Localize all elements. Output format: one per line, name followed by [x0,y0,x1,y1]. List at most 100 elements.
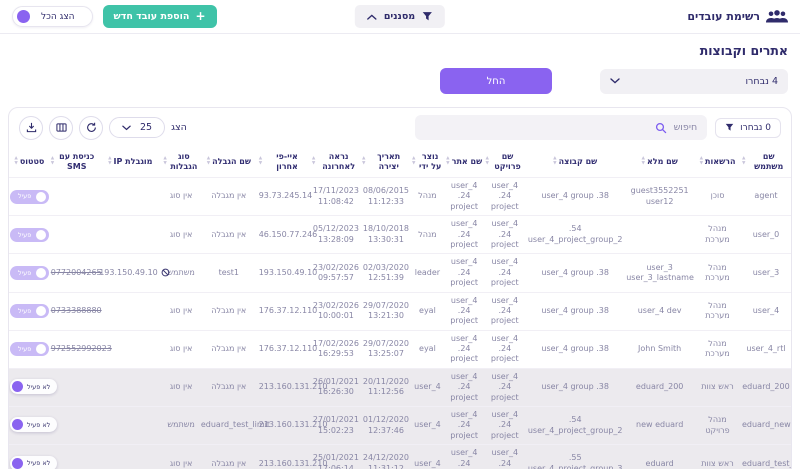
sort-icon[interactable]: ▲▼ [742,157,745,166]
cell-group: .55 user_4_project_group_3 [525,445,625,469]
show-all-label: הצג הכל [41,12,75,22]
cell-site: user_4 .24 project [444,368,485,406]
sort-icon[interactable]: ▲▼ [312,157,315,166]
show-all-toggle[interactable]: הצג הכל [12,6,93,27]
cell-created_by: eyal [411,292,444,330]
status-toggle[interactable]: לא פעיל [10,417,57,432]
column-header-project[interactable]: שם פרויקט▲▼ [484,147,525,178]
cell-created_by: user_4 [411,407,444,445]
cell-project: user_4 .24 project [484,178,525,216]
cell-group: user_4 group .38 [525,178,625,216]
sms-number: 0772004265 [51,268,102,277]
column-header-username[interactable]: שם משתמש▲▼ [741,147,791,178]
cell-ip_limited: 193.150.49.10 [98,254,162,292]
selected-rows-pill[interactable]: 0 נבחרו [715,118,781,138]
cell-full_name: new eduard [625,407,694,445]
cell-full_name: eduard [625,445,694,469]
sort-icon[interactable]: ▲▼ [108,157,111,166]
employees-table: שם משתמש▲▼הרשאות▲▼שם מלא▲▼שם קבוצה▲▼שם פ… [9,147,791,469]
column-header-status[interactable]: סטטוס▲▼ [9,147,50,178]
search-input[interactable] [415,115,707,140]
cell-last_seen: 23/02/2026 09:57:57 [311,254,361,292]
sort-icon[interactable]: ▲▼ [207,157,210,166]
cell-full_name: eduard_200 [625,368,694,406]
sort-icon[interactable]: ▲▼ [362,157,365,166]
cell-created: 18/10/2018 13:30:31 [361,216,411,254]
cell-full_name [625,216,694,254]
cell-project: user_4 .24 project [484,292,525,330]
column-header-limit_name[interactable]: שם הגבלה▲▼ [200,147,258,178]
sort-icon[interactable]: ▲▼ [485,157,488,166]
cell-last_ip: 176.37.12.110 [258,292,311,330]
table-row: eduard_newמנהל פרויקטnew eduard.54 user_… [9,407,791,445]
status-toggle[interactable]: פעיל [10,304,49,318]
sort-icon[interactable]: ▲▼ [163,157,166,166]
cell-limit_type: אין סוג [162,368,200,406]
sort-icon[interactable]: ▲▼ [412,157,415,166]
sort-icon[interactable]: ▲▼ [51,157,54,166]
column-header-site[interactable]: שם אתר▲▼ [444,147,485,178]
status-label: פעיל [18,192,31,200]
cell-project: user_4 .24 project [484,368,525,406]
add-employee-button[interactable]: + הוספת עובד חדש [103,5,217,28]
column-header-created[interactable]: תאריך יצירה▲▼ [361,147,411,178]
column-header-sms[interactable]: כניסת עם SMS▲▼ [50,147,98,178]
cell-limit_type: אין סוג [162,330,200,368]
column-header-created_by[interactable]: נוצר על ידי▲▼ [411,147,444,178]
cell-site: user_4 .24 project [444,254,485,292]
column-header-last_ip[interactable]: איי-פי אחרון▲▼ [258,147,311,178]
status-toggle[interactable]: פעיל [10,342,49,356]
cell-sms [50,368,98,406]
sites-groups-select[interactable]: 4 נבחרו [600,69,788,94]
sort-icon[interactable]: ▲▼ [700,157,703,166]
refresh-button[interactable] [79,116,103,140]
sort-icon[interactable]: ▲▼ [553,157,556,166]
filters-button[interactable]: מסננים [355,5,445,28]
top-actions: + הוספת עובד חדש הצג הכל [12,5,217,28]
cell-group: .54 user_4_project_group_2 [525,216,625,254]
sort-icon[interactable]: ▲▼ [641,157,644,166]
sort-icon[interactable]: ▲▼ [259,157,262,166]
column-header-full_name[interactable]: שם מלא▲▼ [625,147,694,178]
cell-username: user_4_rtl [741,330,791,368]
cell-limit_name: אין מגבלה [200,178,258,216]
columns-icon [56,122,67,133]
chevron-down-icon [122,125,131,131]
cell-limit_name: אין מגבלה [200,292,258,330]
cell-status: פעיל [9,178,50,216]
status-toggle[interactable]: פעיל [10,190,49,204]
status-label: פעיל [18,307,31,315]
status-toggle[interactable]: פעיל [10,228,49,242]
sort-icon[interactable]: ▲▼ [446,157,449,166]
section-title: אתרים וקבוצות [12,43,788,58]
cell-limit_name: test1 [200,254,258,292]
column-header-permissions[interactable]: הרשאות▲▼ [694,147,741,178]
cell-group: user_4 group .38 [525,254,625,292]
status-label: לא פעיל [27,459,50,467]
cell-sms [50,216,98,254]
columns-button[interactable] [49,116,73,140]
sort-icon[interactable]: ▲▼ [14,157,17,166]
status-toggle[interactable]: לא פעיל [10,379,57,394]
cell-status: לא פעיל [9,407,50,445]
table-toolbar: 0 נבחרו חיפוש הצג 25 [9,108,791,147]
toggle-knob [36,306,46,316]
column-header-last_seen[interactable]: נראה לאחרונה▲▼ [311,147,361,178]
status-toggle[interactable]: פעיל [10,266,49,280]
column-header-ip_limited[interactable]: מוגבלת IP▲▼ [98,147,162,178]
cell-last_ip: 176.37.12.110 [258,330,311,368]
cell-ip_limited [98,216,162,254]
page-size-select[interactable]: 25 [109,117,165,138]
search-box: חיפוש [415,115,707,140]
column-header-limit_type[interactable]: סוג הגבלות▲▼ [162,147,200,178]
column-header-group[interactable]: שם קבוצה▲▼ [525,147,625,178]
cell-ip_limited [98,407,162,445]
status-toggle[interactable]: לא פעיל [10,456,57,469]
cell-full_name: user_4 dev [625,292,694,330]
cell-sms [50,407,98,445]
table-row: user_4_rtlמנהל מערכתJohn Smithuser_4 gro… [9,330,791,368]
apply-button[interactable]: החל [440,68,552,94]
cell-limit_type: אין סוג [162,178,200,216]
download-button[interactable] [19,116,43,140]
cell-limit_name: אין מגבלה [200,368,258,406]
